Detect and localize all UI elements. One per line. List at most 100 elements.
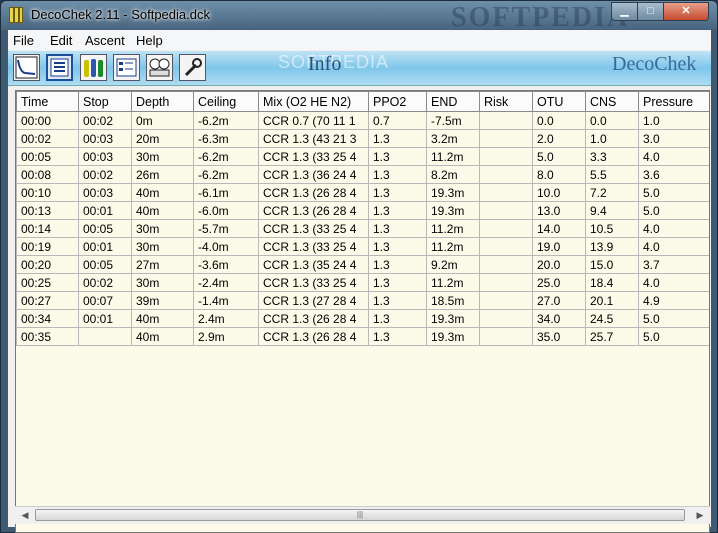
table-cell bbox=[479, 201, 533, 220]
table-cell: 10.0 bbox=[532, 183, 586, 202]
table-cell: 00:08 bbox=[16, 165, 79, 184]
table-cell: 3.6 bbox=[638, 165, 709, 184]
table-cell: 40m bbox=[131, 183, 194, 202]
table-cell: 7.2 bbox=[585, 183, 639, 202]
table-cell: 27m bbox=[131, 255, 194, 274]
table-row[interactable]: 00:35 40m 2.9m CCR 1.3 (26 28 4 1.3 19.3m 35.0… bbox=[16, 327, 709, 346]
table-cell: 19.3m bbox=[426, 327, 480, 346]
menu-edit[interactable]: Edit bbox=[50, 33, 72, 48]
table-cell: 1.3 bbox=[368, 147, 427, 166]
table-cell: 1.0 bbox=[638, 111, 709, 130]
table-cell: 5.0 bbox=[638, 183, 709, 202]
table-cell: 4.0 bbox=[638, 147, 709, 166]
table-cell: 11.2m bbox=[426, 219, 480, 238]
app-icon[interactable] bbox=[9, 7, 23, 23]
table-cell: 4.0 bbox=[638, 273, 709, 292]
menu-ascent[interactable]: Ascent bbox=[85, 33, 125, 48]
table-row[interactable]: 00:05 00:03 30m -6.2m CCR 1.3 (33 25 4 1.3 11.… bbox=[16, 147, 709, 166]
table-cell bbox=[479, 219, 533, 238]
table-cell: 3.3 bbox=[585, 147, 639, 166]
table-cell: -6.0m bbox=[193, 201, 259, 220]
table-cell: 11.2m bbox=[426, 273, 480, 292]
table-cell: 30m bbox=[131, 219, 194, 238]
column-header[interactable]: Time bbox=[16, 91, 79, 112]
menu-file[interactable]: File bbox=[13, 33, 34, 48]
table-cell: 2.9m bbox=[193, 327, 259, 346]
gauges-icon[interactable] bbox=[146, 54, 173, 81]
table-cell: -6.2m bbox=[193, 165, 259, 184]
column-header[interactable]: OTU bbox=[532, 91, 586, 112]
column-header[interactable]: END bbox=[426, 91, 480, 112]
table-cell: 5.0 bbox=[638, 201, 709, 220]
table-cell: 24.5 bbox=[585, 309, 639, 328]
column-header[interactable]: Pressure bbox=[638, 91, 709, 112]
table-cell: 3.0 bbox=[638, 129, 709, 148]
title-bar[interactable]: DecoChek 2.11 - Softpedia.dck SOFTPEDIA … bbox=[1, 1, 717, 33]
table-cell: 26m bbox=[131, 165, 194, 184]
table-cell: 20.0 bbox=[532, 255, 586, 274]
table-cell: 4.9 bbox=[638, 291, 709, 310]
column-header[interactable]: Mix (O2 HE N2) bbox=[258, 91, 369, 112]
table-cell: 19.3m bbox=[426, 309, 480, 328]
table-cell: -6.2m bbox=[193, 111, 259, 130]
table-row[interactable]: 00:34 00:01 40m 2.4m CCR 1.3 (26 28 4 1.3 19.3… bbox=[16, 309, 709, 328]
table-row[interactable]: 00:14 00:05 30m -5.7m CCR 1.3 (33 25 4 1.3 11.… bbox=[16, 219, 709, 238]
table-row[interactable]: 00:08 00:02 26m -6.2m CCR 1.3 (36 24 4 1.3 8.2… bbox=[16, 165, 709, 184]
wrench-icon[interactable] bbox=[179, 54, 206, 81]
table-row[interactable]: 00:13 00:01 40m -6.0m CCR 1.3 (26 28 4 1.3 19.… bbox=[16, 201, 709, 220]
profile-graph-icon[interactable] bbox=[13, 54, 40, 81]
table-cell: -6.3m bbox=[193, 129, 259, 148]
scroll-left-button[interactable]: ◀ bbox=[17, 507, 33, 524]
table-cell: 40m bbox=[131, 327, 194, 346]
table-cell: 00:27 bbox=[16, 291, 79, 310]
table-cell: 00:03 bbox=[78, 183, 132, 202]
table-cell bbox=[479, 147, 533, 166]
table-cell: 1.3 bbox=[368, 201, 427, 220]
table-cell bbox=[479, 237, 533, 256]
menu-help[interactable]: Help bbox=[136, 33, 163, 48]
table-cell: 19.3m bbox=[426, 183, 480, 202]
column-header[interactable]: CNS bbox=[585, 91, 639, 112]
scroll-right-button[interactable]: ▶ bbox=[692, 507, 708, 524]
table-row[interactable]: 00:27 00:07 39m -1.4m CCR 1.3 (27 28 4 1.3 18.… bbox=[16, 291, 709, 310]
column-header[interactable]: PPO2 bbox=[368, 91, 427, 112]
table-cell: -7.5m bbox=[426, 111, 480, 130]
table-cell: 00:10 bbox=[16, 183, 79, 202]
table-row[interactable]: 00:02 00:03 20m -6.3m CCR 1.3 (43 21 3 1.3 3.2… bbox=[16, 129, 709, 148]
table-cell: -5.7m bbox=[193, 219, 259, 238]
table-cell: 00:13 bbox=[16, 201, 79, 220]
table-row[interactable]: 00:10 00:03 40m -6.1m CCR 1.3 (26 28 4 1.3 19.… bbox=[16, 183, 709, 202]
table-cell: 19.0 bbox=[532, 237, 586, 256]
table-row[interactable]: 00:00 00:02 0m -6.2m CCR 0.7 (70 11 1 0.7 -7.5… bbox=[16, 111, 709, 130]
scroll-thumb[interactable]: ||| bbox=[35, 509, 685, 521]
table-row[interactable]: 00:19 00:01 30m -4.0m CCR 1.3 (33 25 4 1.3 11.… bbox=[16, 237, 709, 256]
table-row[interactable]: 00:25 00:02 30m -2.4m CCR 1.3 (33 25 4 1.3 11.… bbox=[16, 273, 709, 292]
column-header[interactable]: Depth bbox=[131, 91, 194, 112]
table-cell: 20.1 bbox=[585, 291, 639, 310]
table-cell bbox=[479, 111, 533, 130]
column-header[interactable]: Risk bbox=[479, 91, 533, 112]
table-cell: 1.3 bbox=[368, 183, 427, 202]
brand-logo: DecoChek bbox=[612, 53, 697, 75]
table-cell: 00:02 bbox=[16, 129, 79, 148]
table-cell: CCR 1.3 (26 28 4 bbox=[258, 309, 369, 328]
tanks-icon[interactable] bbox=[80, 54, 107, 81]
table-cell: 40m bbox=[131, 309, 194, 328]
table-cell: 9.4 bbox=[585, 201, 639, 220]
table-cell: 34.0 bbox=[532, 309, 586, 328]
close-button[interactable]: ✕ bbox=[663, 2, 709, 21]
table-cell: 00:07 bbox=[78, 291, 132, 310]
minimize-button[interactable]: ▁ bbox=[611, 2, 638, 21]
table-cell: 1.0 bbox=[585, 129, 639, 148]
column-header[interactable]: Ceiling bbox=[193, 91, 259, 112]
table-cell: 00:02 bbox=[78, 165, 132, 184]
table-cell bbox=[479, 327, 533, 346]
column-header[interactable]: Stop bbox=[78, 91, 132, 112]
table-row[interactable]: 00:20 00:05 27m -3.6m CCR 1.3 (35 24 4 1.3 9.2… bbox=[16, 255, 709, 274]
table-cell: 00:34 bbox=[16, 309, 79, 328]
form-icon[interactable] bbox=[113, 54, 140, 81]
table-list-icon[interactable] bbox=[46, 54, 73, 81]
horizontal-scrollbar[interactable]: ◀ ||| ▶ bbox=[15, 506, 710, 524]
maximize-button[interactable]: □ bbox=[637, 2, 664, 21]
dive-plan-grid[interactable]: Time Stop Depth Ceiling Mix (O2 HE N2) PPO2 EN… bbox=[15, 90, 710, 533]
